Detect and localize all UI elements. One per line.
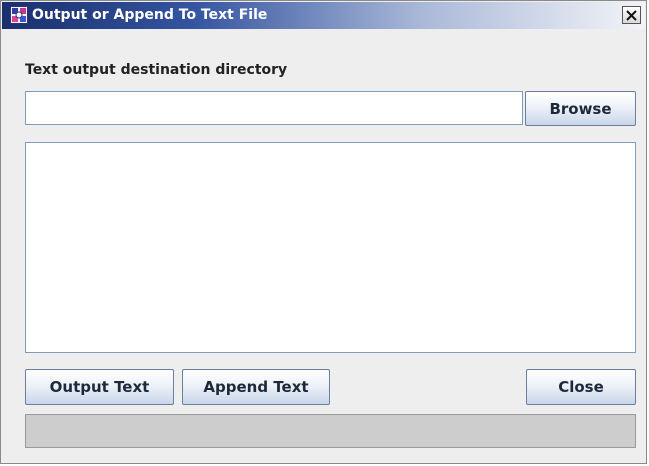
close-button[interactable]: Close [526,369,636,405]
close-icon [626,9,637,21]
dialog-window: Output or Append To Text File Text outpu… [0,0,647,464]
window-close-button[interactable] [622,6,641,24]
window-title: Output or Append To Text File [32,7,268,23]
destination-label: Text output destination directory [25,62,288,78]
browse-button[interactable]: Browse [525,91,636,126]
append-text-button[interactable]: Append Text [182,369,330,405]
title-bar[interactable]: Output or Append To Text File [2,2,645,29]
output-text-area[interactable] [25,142,636,353]
progress-bar [25,414,636,448]
destination-directory-input[interactable] [25,91,523,125]
app-icon [10,6,28,24]
output-text-button[interactable]: Output Text [25,369,174,405]
